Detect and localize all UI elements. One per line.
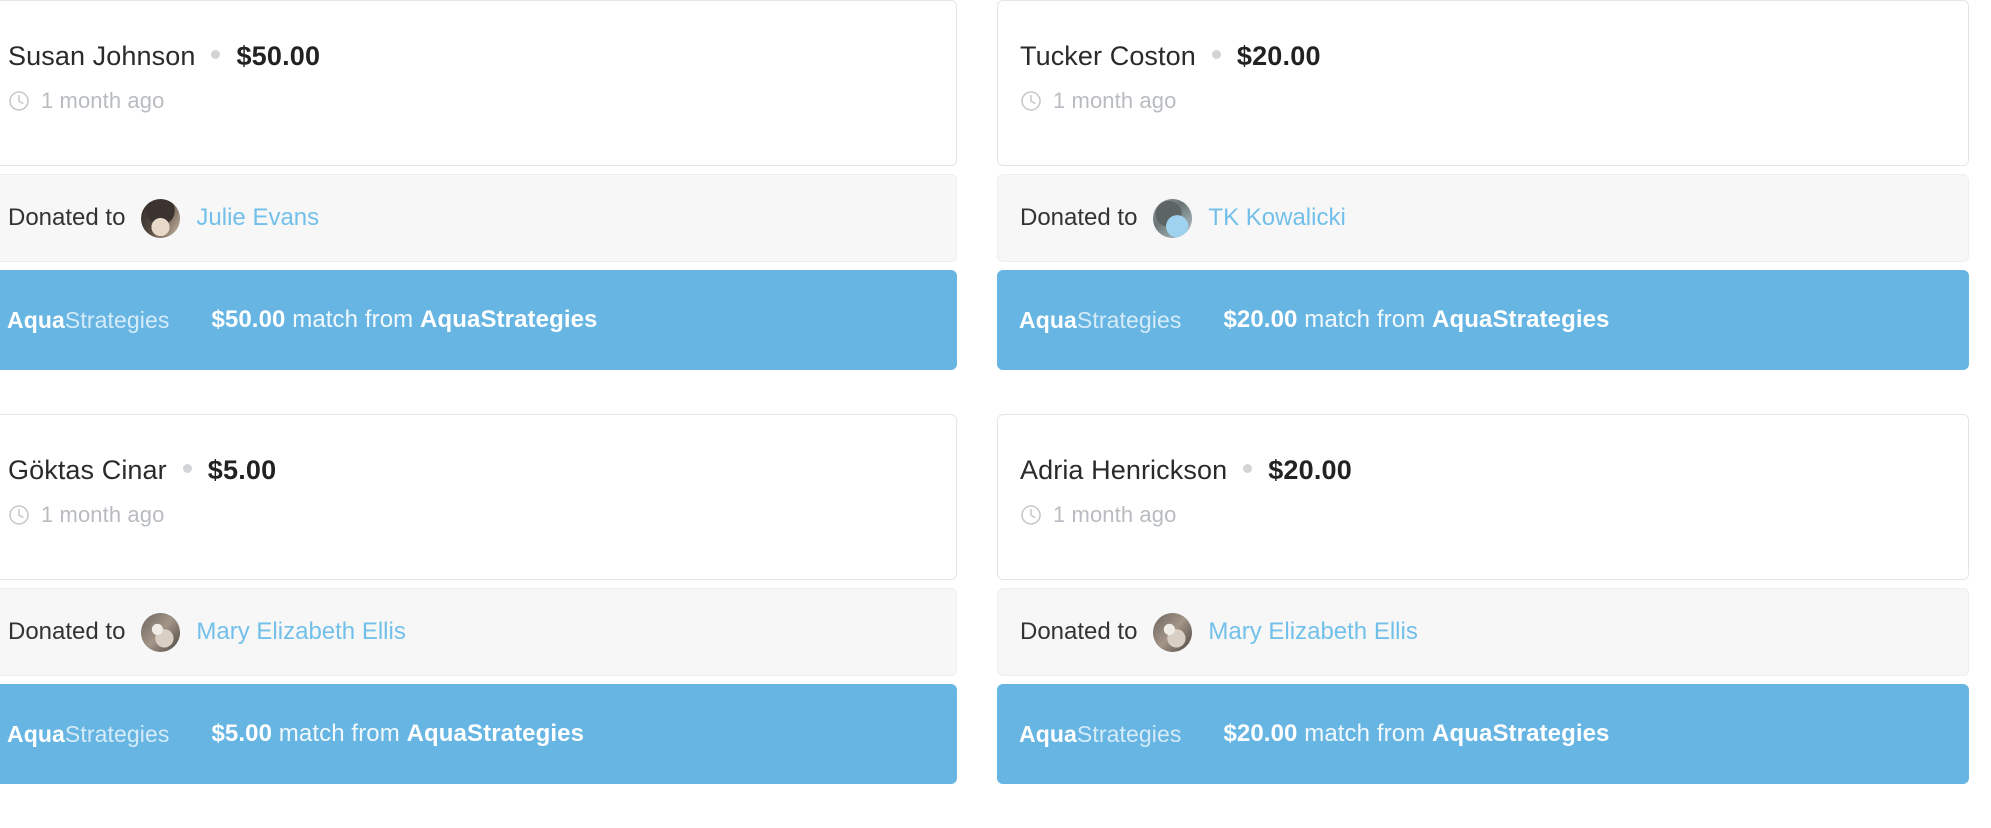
match-sponsor-name: AquaStrategies bbox=[406, 720, 585, 747]
match-sponsor-name: AquaStrategies bbox=[420, 306, 598, 333]
donor-name: Susan Johnson bbox=[8, 41, 196, 71]
match-middle-text: match from bbox=[272, 720, 407, 747]
sponsor-logo: AquaStrategies bbox=[1019, 721, 1181, 748]
match-text: $50.00 match from AquaStrategies bbox=[211, 306, 597, 334]
donated-to-label: Donated to bbox=[1020, 204, 1138, 231]
sponsor-logo: AquaStrategies bbox=[7, 307, 169, 334]
separator-dot-icon bbox=[1243, 464, 1253, 473]
separator-dot-icon bbox=[1211, 50, 1221, 59]
donation-amount: $50.00 bbox=[236, 41, 321, 71]
donation-card-body: Tucker Coston $20.00 1 month ago bbox=[997, 0, 1969, 166]
recipient-link[interactable]: Mary Elizabeth Ellis bbox=[1208, 618, 1417, 646]
sponsor-logo-light: Strategies bbox=[1076, 306, 1182, 333]
donation-card-body: Göktas Cinar $5.00 1 month ago bbox=[0, 414, 957, 580]
donation-amount: $20.00 bbox=[1236, 41, 1321, 71]
donation-column-right: Tucker Coston $20.00 1 month ago Donated bbox=[997, 0, 1969, 828]
match-banner[interactable]: AquaStrategies $5.00 match from AquaStra… bbox=[0, 684, 957, 784]
donation-column-left: Susan Johnson $50.00 1 month ago Donated bbox=[0, 0, 957, 828]
match-amount: $20.00 bbox=[1223, 306, 1298, 333]
recipient-avatar bbox=[141, 198, 181, 238]
donated-to-label: Donated to bbox=[1020, 618, 1138, 645]
timestamp-text: 1 month ago bbox=[41, 88, 165, 113]
clock-icon bbox=[8, 504, 30, 526]
match-banner[interactable]: AquaStrategies $50.00 match from AquaStr… bbox=[0, 270, 957, 370]
match-text: $20.00 match from AquaStrategies bbox=[1223, 720, 1609, 748]
timestamp-text: 1 month ago bbox=[1053, 88, 1177, 113]
sponsor-logo-light: Strategies bbox=[64, 306, 170, 333]
donor-line: Göktas Cinar $5.00 bbox=[8, 455, 934, 486]
donor-name: Adria Henrickson bbox=[1020, 455, 1228, 485]
donated-to-bar: Donated to Julie Evans bbox=[0, 174, 957, 262]
timestamp-line: 1 month ago bbox=[1020, 502, 1946, 528]
sponsor-logo-bold: Aqua bbox=[7, 720, 65, 747]
donation-card-body: Adria Henrickson $20.00 1 month ago bbox=[997, 414, 1969, 580]
sponsor-logo-bold: Aqua bbox=[1019, 306, 1077, 333]
timestamp-text: 1 month ago bbox=[41, 502, 165, 527]
donation-feed: Susan Johnson $50.00 1 month ago Donated bbox=[0, 0, 1991, 815]
match-sponsor-name: AquaStrategies bbox=[1432, 306, 1610, 333]
match-text: $20.00 match from AquaStrategies bbox=[1223, 306, 1609, 334]
sponsor-logo: AquaStrategies bbox=[1019, 307, 1181, 334]
timestamp-text: 1 month ago bbox=[1053, 502, 1177, 527]
recipient-link[interactable]: Mary Elizabeth Ellis bbox=[196, 618, 405, 646]
timestamp-line: 1 month ago bbox=[1020, 88, 1946, 114]
separator-dot-icon bbox=[182, 464, 192, 473]
recipient-link[interactable]: TK Kowalicki bbox=[1208, 204, 1345, 232]
match-sponsor-name: AquaStrategies bbox=[1432, 720, 1610, 747]
donated-to-bar: Donated to Mary Elizabeth Ellis bbox=[997, 588, 1969, 676]
donor-line: Tucker Coston $20.00 bbox=[1020, 41, 1946, 72]
recipient-avatar bbox=[1153, 612, 1193, 652]
donation-card-body: Susan Johnson $50.00 1 month ago bbox=[0, 0, 957, 166]
donation-card[interactable]: Tucker Coston $20.00 1 month ago Donated bbox=[997, 0, 1969, 370]
sponsor-logo: AquaStrategies bbox=[7, 721, 169, 748]
donor-line: Adria Henrickson $20.00 bbox=[1020, 455, 1946, 486]
donated-to-bar: Donated to TK Kowalicki bbox=[997, 174, 1969, 262]
donated-to-label: Donated to bbox=[8, 204, 126, 231]
sponsor-logo-bold: Aqua bbox=[1019, 720, 1077, 747]
clock-icon bbox=[1020, 504, 1042, 526]
donation-card[interactable]: Adria Henrickson $20.00 1 month ago Dona… bbox=[997, 414, 1969, 784]
match-banner[interactable]: AquaStrategies $20.00 match from AquaStr… bbox=[997, 684, 1969, 784]
donation-card[interactable]: Göktas Cinar $5.00 1 month ago Donated t… bbox=[0, 414, 957, 784]
donation-card[interactable]: Susan Johnson $50.00 1 month ago Donated bbox=[0, 0, 957, 370]
sponsor-logo-bold: Aqua bbox=[7, 306, 65, 333]
donor-line: Susan Johnson $50.00 bbox=[8, 41, 934, 72]
recipient-avatar bbox=[1153, 198, 1193, 238]
donated-to-label: Donated to bbox=[8, 618, 126, 645]
donor-name: Göktas Cinar bbox=[8, 455, 167, 485]
clock-icon bbox=[1020, 90, 1042, 112]
match-middle-text: match from bbox=[1297, 720, 1433, 747]
donor-name: Tucker Coston bbox=[1020, 41, 1196, 71]
sponsor-logo-light: Strategies bbox=[64, 720, 170, 747]
match-amount: $20.00 bbox=[1223, 720, 1298, 747]
separator-dot-icon bbox=[211, 50, 221, 59]
match-amount: $50.00 bbox=[211, 306, 286, 333]
clock-icon bbox=[8, 90, 30, 112]
match-text: $5.00 match from AquaStrategies bbox=[211, 720, 584, 748]
recipient-avatar bbox=[141, 612, 181, 652]
match-middle-text: match from bbox=[285, 306, 421, 333]
timestamp-line: 1 month ago bbox=[8, 502, 934, 528]
timestamp-line: 1 month ago bbox=[8, 88, 934, 114]
match-banner[interactable]: AquaStrategies $20.00 match from AquaStr… bbox=[997, 270, 1969, 370]
match-middle-text: match from bbox=[1297, 306, 1433, 333]
donated-to-bar: Donated to Mary Elizabeth Ellis bbox=[0, 588, 957, 676]
recipient-link[interactable]: Julie Evans bbox=[196, 204, 319, 232]
donation-amount: $5.00 bbox=[207, 455, 277, 485]
match-amount: $5.00 bbox=[211, 720, 273, 747]
donation-amount: $20.00 bbox=[1268, 455, 1352, 485]
sponsor-logo-light: Strategies bbox=[1076, 720, 1182, 747]
